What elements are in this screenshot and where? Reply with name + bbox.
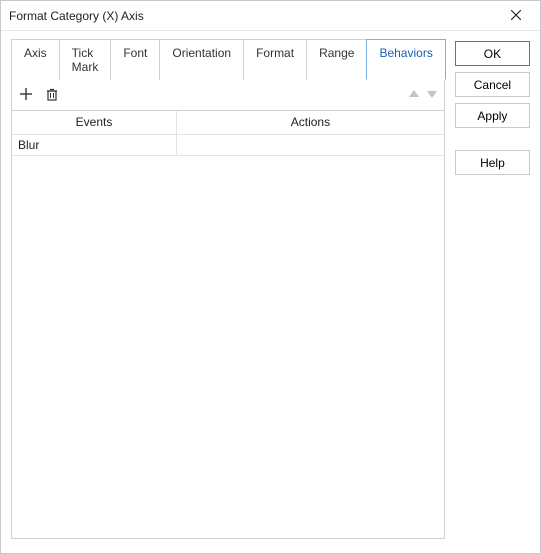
arrow-up-icon (408, 88, 420, 103)
col-header-events[interactable]: Events (12, 111, 177, 134)
window-title: Format Category (X) Axis (9, 9, 144, 23)
tab-behaviors[interactable]: Behaviors (366, 39, 445, 80)
add-button[interactable] (15, 84, 37, 106)
tab-axis[interactable]: Axis (11, 39, 60, 80)
plus-icon (19, 87, 33, 104)
cell-action[interactable] (177, 135, 444, 155)
tab-orientation[interactable]: Orientation (159, 39, 244, 80)
dialog-window: Format Category (X) Axis Axis Tick Mark … (0, 0, 541, 554)
main-panel: Axis Tick Mark Font Orientation Format R… (11, 39, 445, 543)
close-icon (511, 9, 521, 23)
cell-event[interactable]: Blur (12, 135, 177, 155)
tab-format[interactable]: Format (243, 39, 307, 80)
grid-header: Events Actions (12, 111, 444, 135)
toolbar-left (15, 84, 63, 106)
col-header-actions[interactable]: Actions (177, 111, 444, 134)
button-bar: OK Cancel Apply Help (455, 39, 530, 543)
tab-strip: Axis Tick Mark Font Orientation Format R… (11, 39, 445, 80)
move-down-button[interactable] (423, 85, 441, 105)
move-up-button[interactable] (405, 85, 423, 105)
toolbar (11, 79, 445, 111)
delete-button[interactable] (41, 84, 63, 106)
cancel-button[interactable]: Cancel (455, 72, 530, 97)
trash-icon (45, 87, 59, 104)
dialog-body: Axis Tick Mark Font Orientation Format R… (1, 31, 540, 553)
help-button[interactable]: Help (455, 150, 530, 175)
toolbar-right (405, 85, 441, 105)
ok-button[interactable]: OK (455, 41, 530, 66)
grid-body: Blur (12, 135, 444, 538)
titlebar: Format Category (X) Axis (1, 1, 540, 31)
table-row[interactable]: Blur (12, 135, 444, 156)
tab-range[interactable]: Range (306, 39, 367, 80)
spacer (455, 134, 530, 144)
arrow-down-icon (426, 88, 438, 103)
close-button[interactable] (500, 4, 532, 28)
tab-font[interactable]: Font (110, 39, 160, 80)
apply-button[interactable]: Apply (455, 103, 530, 128)
tab-tick-mark[interactable]: Tick Mark (59, 39, 112, 80)
behaviors-grid: Events Actions Blur (11, 111, 445, 539)
